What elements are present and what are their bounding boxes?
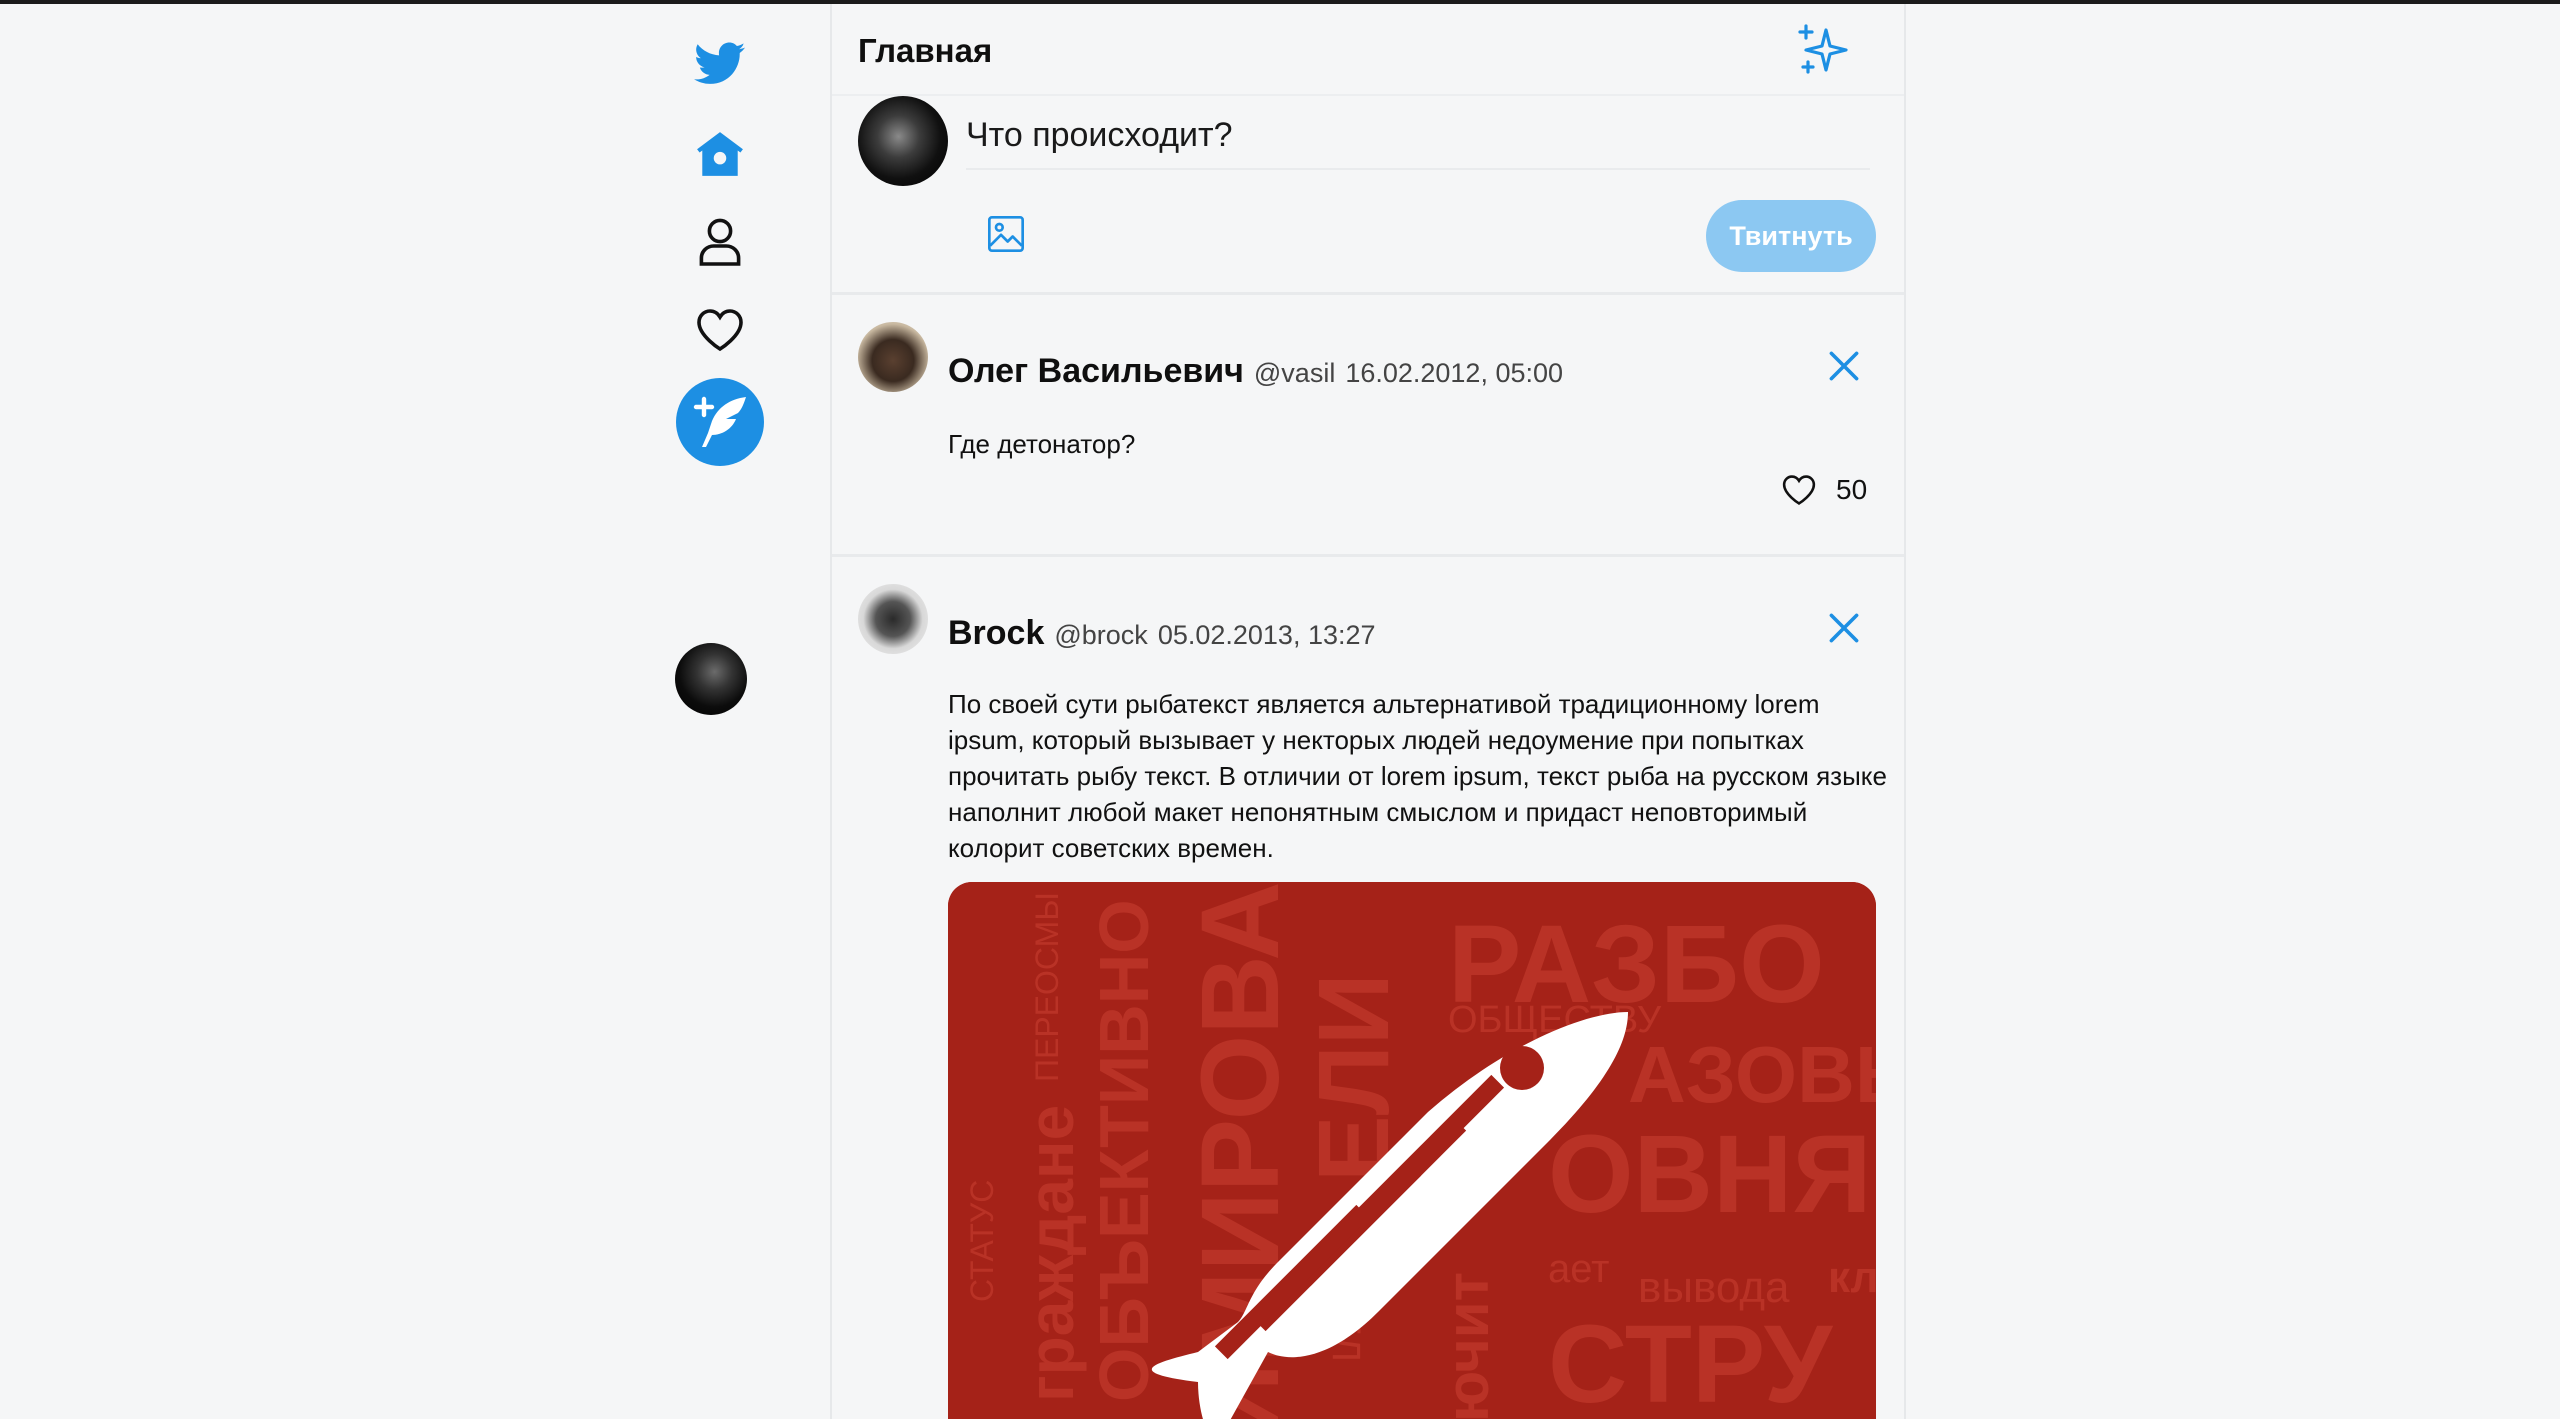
tweet-submit-button[interactable]: Твитнуть — [1706, 200, 1876, 272]
page-title: Главная — [858, 32, 993, 69]
fish-logo-image: РАЗБО ОВНЯ СТРУ ИМИРОВА ОБЪЕКТИВНО гражд… — [948, 882, 1876, 1419]
profile-icon[interactable] — [690, 212, 750, 272]
image-word: ает — [1548, 1247, 1609, 1291]
tweet-author-name[interactable]: Brock — [948, 614, 1044, 653]
tweet-date: 05.02.2013, 13:27 — [1157, 620, 1376, 650]
tweet-date: 16.02.2012, 05:00 — [1345, 358, 1564, 388]
heart-icon — [1782, 475, 1816, 505]
tweet-header: Олег Васильевич @vasil 16.02.2012, 05:00 — [948, 352, 1563, 391]
tweet-image[interactable]: РАЗБО ОВНЯ СТРУ ИМИРОВА ОБЪЕКТИВНО гражд… — [948, 882, 1876, 1419]
tweet-author-handle[interactable]: @brock — [1054, 620, 1147, 651]
delete-tweet-close-icon[interactable] — [1826, 348, 1866, 388]
tweet-author-name[interactable]: Олег Васильевич — [948, 352, 1244, 391]
sparkle-icon[interactable] — [1796, 22, 1852, 78]
image-word: клю — [1828, 1253, 1876, 1302]
tweet-author-avatar[interactable] — [858, 584, 928, 654]
account-avatar[interactable] — [675, 643, 747, 715]
image-word: ПЕРЕОСМЫ — [1029, 892, 1065, 1082]
tweet-author-avatar[interactable] — [858, 322, 928, 392]
tweet-composer: Твитнуть — [832, 96, 1904, 295]
tweet: Олег Васильевич @vasil 16.02.2012, 05:00… — [832, 296, 1904, 557]
image-word: СТАТУС — [964, 1180, 1000, 1302]
sidebar — [640, 0, 800, 1419]
main-feed: Главная Твитнуть Олег Васильевич @vasil — [830, 4, 1906, 1419]
tweet-input[interactable] — [966, 102, 1870, 170]
image-word: вывода — [1638, 1263, 1790, 1312]
tweet-header: Brock @brock 05.02.2013, 13:27 — [948, 614, 1376, 653]
twitter-logo-icon[interactable] — [690, 34, 750, 94]
image-word: гражданe — [1015, 1105, 1087, 1402]
feather-plus-icon — [693, 396, 746, 447]
heart-icon[interactable] — [690, 300, 750, 360]
image-word: СТРУ — [1548, 1303, 1834, 1419]
image-word: ючит — [1434, 1272, 1501, 1419]
home-icon[interactable] — [690, 124, 750, 184]
image-upload-icon[interactable] — [986, 214, 1034, 262]
tweet: Brock @brock 05.02.2013, 13:27 По своей … — [832, 558, 1904, 1419]
composer-avatar — [858, 96, 948, 186]
like-button[interactable]: 50 — [1782, 474, 1867, 506]
page-header: Главная — [832, 4, 1904, 96]
compose-tweet-button[interactable] — [676, 378, 764, 466]
tweet-text: Где детонатор? — [948, 429, 1136, 459]
tweet-author-handle[interactable]: @vasil — [1254, 358, 1335, 389]
image-word: АЗОВЫ — [1628, 1030, 1876, 1119]
image-word: ОБЪЕКТИВНО — [1085, 899, 1163, 1402]
like-count: 50 — [1836, 474, 1868, 505]
tweet-text: По своей сути рыбатекст является альтерн… — [948, 689, 1887, 863]
delete-tweet-close-icon[interactable] — [1826, 610, 1866, 650]
image-word: ОВНЯ — [1548, 1113, 1872, 1236]
